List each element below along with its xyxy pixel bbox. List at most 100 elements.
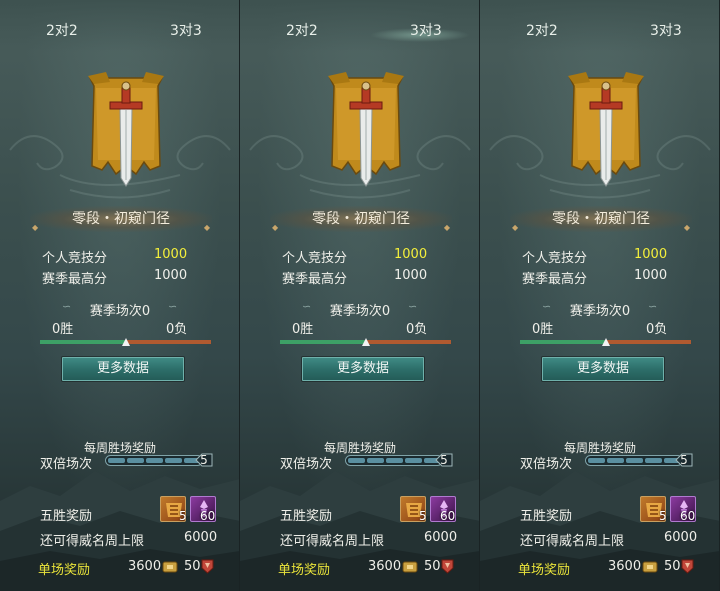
badge-icon — [681, 559, 694, 574]
tab-3v3[interactable]: 3对3 — [650, 20, 682, 40]
tab-3v3[interactable]: 3对3 — [170, 20, 202, 40]
sword-banner-emblem-icon — [328, 72, 404, 187]
progress-segment — [108, 458, 125, 463]
wins-count: 0胜 — [292, 322, 314, 337]
reward-item-purple-count: 60 — [680, 509, 696, 523]
single-reward-value-a: 3600 — [128, 559, 162, 574]
progress-segment — [165, 458, 182, 463]
sword-banner-emblem-icon — [88, 72, 164, 187]
personal-score-value: 1000 — [154, 247, 188, 262]
arena-panel-2: 2对2 3对3 ◆ 零段・初窥门径 ◆ 个人竞技分 1000 赛季最高分 100… — [240, 0, 480, 591]
personal-score-label: 个人竞技分 — [42, 251, 108, 266]
season-high-label: 赛季最高分 — [522, 272, 588, 287]
win-bar-fill — [520, 340, 606, 344]
season-matches-title: 赛季场次0 — [569, 304, 631, 319]
weekly-cap-value: 6000 — [184, 530, 218, 545]
weekly-cap-label: 还可得威名周上限 — [40, 534, 145, 549]
single-match-reward-label: 单场奖励 — [38, 563, 91, 578]
arena-stage: 2对2 3对3 ◆ 零段・初窥门径 ◆ 个人竞技分 1000 赛季最高分 100… — [0, 0, 720, 591]
loss-bar-fill — [606, 340, 691, 344]
progress-segment — [127, 458, 144, 463]
double-matches-progress — [345, 455, 443, 466]
win-loss-marker-icon — [122, 338, 130, 346]
double-matches-progress — [585, 455, 683, 466]
wins-count: 0胜 — [532, 322, 554, 337]
double-matches-label: 双倍场次 — [40, 457, 93, 472]
tab-3v3[interactable]: 3对3 — [410, 20, 442, 40]
mode-tabs: 2对2 3对3 — [480, 0, 719, 52]
win-loss-marker-icon — [362, 338, 370, 346]
win-loss-marker-icon — [602, 338, 610, 346]
single-reward-value-b: 50 — [664, 559, 681, 574]
reward-item-orange-count: 5 — [419, 509, 427, 523]
double-matches-label: 双倍场次 — [520, 457, 573, 472]
season-high-label: 赛季最高分 — [42, 272, 108, 287]
five-win-reward-label: 五胜奖励 — [520, 509, 573, 524]
progress-segment — [405, 458, 422, 463]
season-high-value: 1000 — [634, 268, 668, 283]
rank-title-banner: ◆ 零段・初窥门径 ◆ — [510, 206, 692, 232]
ornament-left-icon: ◆ — [32, 223, 39, 232]
progress-segment — [348, 458, 365, 463]
arena-panel-1: 2对2 3对3 ◆ 零段・初窥门径 ◆ 个人竞技分 1000 赛季最高分 100… — [0, 0, 240, 591]
single-reward-value-a: 3600 — [608, 559, 642, 574]
double-matches-label: 双倍场次 — [280, 457, 333, 472]
five-win-reward-label: 五胜奖励 — [280, 509, 333, 524]
win-loss-bar — [280, 338, 451, 346]
weekly-cap-value: 6000 — [664, 530, 698, 545]
tab-2v2[interactable]: 2对2 — [286, 20, 318, 40]
rank-title-banner: ◆ 零段・初窥门径 ◆ — [30, 206, 212, 232]
badge-icon — [441, 559, 454, 574]
season-matches-title: 赛季场次0 — [89, 304, 151, 319]
more-data-button[interactable]: 更多数据 — [62, 357, 184, 381]
loss-bar-fill — [366, 340, 451, 344]
reward-item-orange-count: 5 — [179, 509, 187, 523]
weekly-cap-label: 还可得威名周上限 — [520, 534, 625, 549]
losses-count: 0负 — [406, 322, 428, 337]
five-win-reward-label: 五胜奖励 — [40, 509, 93, 524]
progress-segment — [367, 458, 384, 463]
single-match-reward-label: 单场奖励 — [518, 563, 571, 578]
badge-icon — [201, 559, 214, 574]
mode-tabs: 2对2 3对3 — [240, 0, 479, 52]
win-bar-fill — [280, 340, 366, 344]
rank-name: 零段・初窥门径 — [552, 211, 650, 227]
coin-icon — [642, 561, 658, 573]
single-match-reward-label: 单场奖励 — [278, 563, 331, 578]
single-reward-value-b: 50 — [424, 559, 441, 574]
double-matches-count: 5 — [440, 453, 448, 467]
rank-name: 零段・初窥门径 — [312, 211, 410, 227]
progress-segment — [146, 458, 163, 463]
double-matches-count: 5 — [200, 453, 208, 467]
rank-name: 零段・初窥门径 — [72, 211, 170, 227]
more-data-button[interactable]: 更多数据 — [542, 357, 664, 381]
progress-segment — [607, 458, 624, 463]
season-ornament-right-icon: ∽ — [168, 300, 178, 313]
personal-score-value: 1000 — [634, 247, 668, 262]
ornament-right-icon: ◆ — [683, 223, 690, 232]
season-high-value: 1000 — [154, 268, 188, 283]
losses-count: 0负 — [166, 322, 188, 337]
more-data-button[interactable]: 更多数据 — [302, 357, 424, 381]
weekly-cap-value: 6000 — [424, 530, 458, 545]
single-reward-value-a: 3600 — [368, 559, 402, 574]
progress-segment — [626, 458, 643, 463]
personal-score-label: 个人竞技分 — [282, 251, 348, 266]
season-matches-title: 赛季场次0 — [329, 304, 391, 319]
sword-banner-emblem-icon — [568, 72, 644, 187]
personal-score-value: 1000 — [394, 247, 428, 262]
mode-tabs: 2对2 3对3 — [0, 0, 239, 52]
double-matches-count: 5 — [680, 453, 688, 467]
reward-item-purple-count: 60 — [440, 509, 456, 523]
loss-bar-fill — [126, 340, 211, 344]
progress-segment — [588, 458, 605, 463]
tab-2v2[interactable]: 2对2 — [526, 20, 558, 40]
tab-2v2[interactable]: 2对2 — [46, 20, 78, 40]
progress-segment — [645, 458, 662, 463]
season-high-label: 赛季最高分 — [282, 272, 348, 287]
coin-icon — [162, 561, 178, 573]
rank-title-banner: ◆ 零段・初窥门径 ◆ — [270, 206, 452, 232]
weekly-cap-label: 还可得威名周上限 — [280, 534, 385, 549]
season-ornament-right-icon: ∽ — [408, 300, 418, 313]
losses-count: 0负 — [646, 322, 668, 337]
